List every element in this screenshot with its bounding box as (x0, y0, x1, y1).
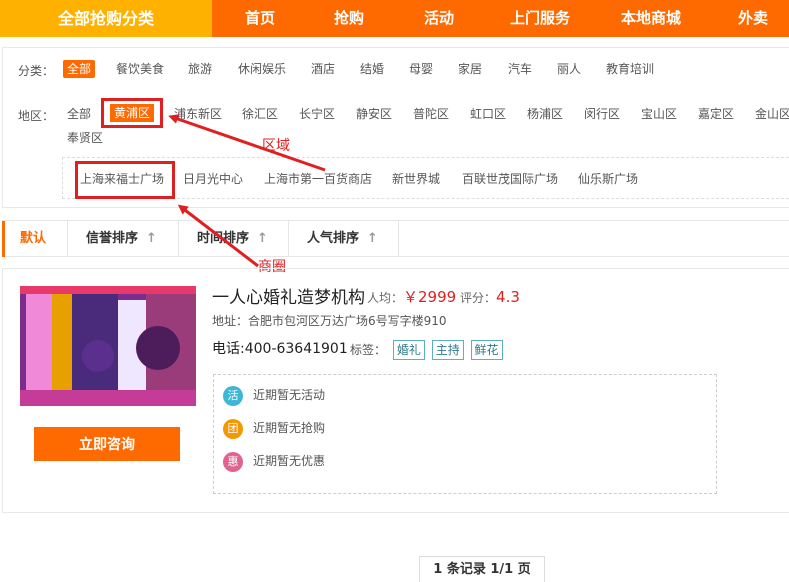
category-wedding[interactable]: 结婚 (360, 60, 384, 78)
promo-activity: 活近期暂无活动 (223, 385, 326, 406)
tab-time-label: 时间排序 (197, 231, 250, 246)
tags-row: 标签： 婚礼 主持 鲜花 (350, 340, 503, 360)
promo-flash-sale: 团近期暂无抢购 (223, 418, 326, 439)
group-badge-icon: 团 (223, 419, 243, 439)
mall-first-department-store[interactable]: 上海市第一百货商店 (264, 170, 372, 188)
nav-takeout[interactable]: 外卖 (738, 0, 768, 37)
promo-discount: 惠近期暂无优惠 (223, 451, 326, 472)
sort-bar: 默认 信誉排序 ↑ 时间排序 ↑ 人气排序 ↑ (2, 220, 789, 257)
category-beauty[interactable]: 丽人 (557, 60, 581, 78)
arrow-up-icon: ↑ (257, 231, 268, 246)
category-label: 分类： (18, 64, 55, 78)
district-pudong[interactable]: 浦东新区 (174, 105, 222, 123)
tag-flowers[interactable]: 鲜花 (470, 340, 503, 360)
district-changning[interactable]: 长宁区 (299, 105, 335, 123)
listing-meta: 人均：￥2999 评分：4.3 (367, 286, 520, 307)
nav-activity[interactable]: 活动 (424, 0, 454, 37)
district-xuhui[interactable]: 徐汇区 (242, 105, 278, 123)
nav-local-mall[interactable]: 本地商城 (621, 0, 681, 37)
promo-activity-text: 近期暂无活动 (253, 388, 326, 402)
mall-new-world[interactable]: 新世界城 (392, 170, 440, 188)
category-auto[interactable]: 汽车 (508, 60, 532, 78)
category-all[interactable]: 全部 (63, 60, 96, 78)
promo-discount-text: 近期暂无优惠 (253, 454, 326, 468)
arrow-up-icon: ↑ (367, 231, 378, 246)
tag-wedding[interactable]: 婚礼 (392, 340, 425, 360)
pagination: 1 条记录 1/1 页 (419, 556, 545, 582)
score-label: 评分： (460, 291, 497, 305)
district-hongkou[interactable]: 虹口区 (470, 105, 506, 123)
address: 地址：合肥市包河区万达广场6号写字楼910 (212, 314, 447, 328)
nav-home-service[interactable]: 上门服务 (510, 0, 570, 37)
category-travel[interactable]: 旅游 (188, 60, 212, 78)
tab-default-label: 默认 (20, 231, 47, 246)
discount-badge-icon: 惠 (223, 452, 243, 472)
district-yangpu[interactable]: 杨浦区 (527, 105, 563, 123)
district-all[interactable]: 全部 (67, 105, 91, 123)
mall-bailian-shimao[interactable]: 百联世茂国际广场 (462, 170, 558, 188)
district-jinshan[interactable]: 金山区 (755, 105, 789, 123)
nav-home[interactable]: 首页 (245, 0, 275, 37)
tab-popularity-sort[interactable]: 人气排序 ↑ (289, 221, 399, 257)
wedding-photo-image (20, 286, 196, 406)
mall-sunlight-center[interactable]: 日月光中心 (183, 170, 243, 188)
tab-popularity-label: 人气排序 (307, 231, 360, 246)
activity-badge-icon: 活 (223, 386, 243, 406)
mall-xianlesi[interactable]: 仙乐斯广场 (578, 170, 638, 188)
district-minhang[interactable]: 闵行区 (584, 105, 620, 123)
business-name[interactable]: 一人心婚礼造梦机构 (212, 283, 365, 308)
tags-label: 标签： (350, 343, 387, 357)
promo-flash-sale-text: 近期暂无抢购 (253, 421, 326, 435)
tab-default[interactable]: 默认 (2, 221, 68, 257)
listing-thumbnail[interactable] (20, 286, 196, 406)
district-huangpu[interactable]: 黄浦区 (110, 104, 155, 122)
mall-raffles-city[interactable]: 上海来福士广场 (80, 170, 164, 188)
tab-time-sort[interactable]: 时间排序 ↑ (179, 221, 289, 257)
annotation-district: 区域 (262, 138, 290, 154)
arrow-up-icon: ↑ (146, 231, 157, 246)
top-nav: 全部抢购分类 首页 抢购 活动 上门服务 本地商城 外卖 (0, 0, 789, 37)
score-value: 4.3 (496, 288, 520, 306)
avg-price: ￥2999 (403, 288, 457, 306)
district-label: 地区： (18, 109, 55, 123)
district-putuo[interactable]: 普陀区 (413, 105, 449, 123)
district-jingan[interactable]: 静安区 (356, 105, 392, 123)
phone-number: 电话:400-63641901 (212, 341, 348, 357)
tab-credit-label: 信誉排序 (86, 231, 139, 246)
consult-button[interactable]: 立即咨询 (34, 427, 180, 461)
category-hotel[interactable]: 酒店 (311, 60, 335, 78)
avg-price-label: 人均： (367, 291, 404, 305)
nav-flash-sale[interactable]: 抢购 (334, 0, 364, 37)
category-leisure[interactable]: 休闲娱乐 (238, 60, 286, 78)
all-category-button[interactable]: 全部抢购分类 (0, 0, 212, 37)
page-root: 全部抢购分类 首页 抢购 活动 上门服务 本地商城 外卖 分类： 全部 餐饮美食… (0, 0, 789, 582)
district-jiading[interactable]: 嘉定区 (698, 105, 734, 123)
tab-credit-sort[interactable]: 信誉排序 ↑ (68, 221, 179, 257)
category-mother-baby[interactable]: 母婴 (409, 60, 433, 78)
tag-host[interactable]: 主持 (431, 340, 464, 360)
district-baoshan[interactable]: 宝山区 (641, 105, 677, 123)
category-education[interactable]: 教育培训 (606, 60, 654, 78)
district-fengxian[interactable]: 奉贤区 (67, 129, 103, 147)
category-food[interactable]: 餐饮美食 (116, 60, 164, 78)
category-home[interactable]: 家居 (458, 60, 482, 78)
